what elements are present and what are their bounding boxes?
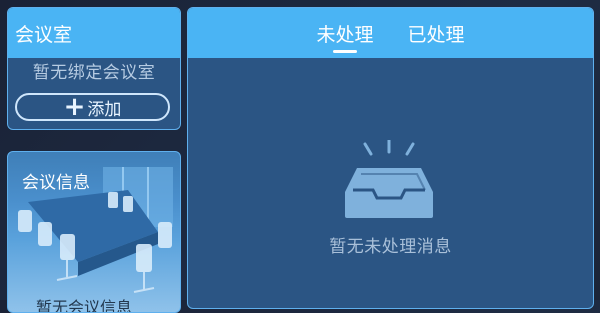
no-room-text: 暂无绑定会议室 xyxy=(32,63,156,83)
empty-tray-icon xyxy=(345,140,433,218)
meeting-info-title: 会议信息 xyxy=(22,173,90,193)
meeting-room-panel: 会议室 暂无绑定会议室 + 添加 xyxy=(7,7,181,130)
messages-panel: 未处理 已处理 暂无未处理消息 xyxy=(187,7,594,309)
no-unprocessed-message-text: 暂无未处理消息 xyxy=(329,237,452,257)
meeting-info-panel[interactable]: 会议信息 暂无会议信息 xyxy=(7,151,181,313)
plus-icon: + xyxy=(63,92,86,122)
messages-tab-bar: 未处理 已处理 xyxy=(188,8,593,58)
meeting-room-title: 会议室 xyxy=(15,23,73,46)
tab-processed[interactable]: 已处理 xyxy=(406,20,467,47)
add-room-label: 添加 xyxy=(87,99,122,120)
meeting-info-empty-text: 暂无会议信息 xyxy=(36,298,133,313)
tab-unprocessed[interactable]: 未处理 xyxy=(314,20,375,47)
add-room-button[interactable]: + 添加 xyxy=(15,93,170,121)
meeting-room-header: 会议室 xyxy=(8,8,180,58)
